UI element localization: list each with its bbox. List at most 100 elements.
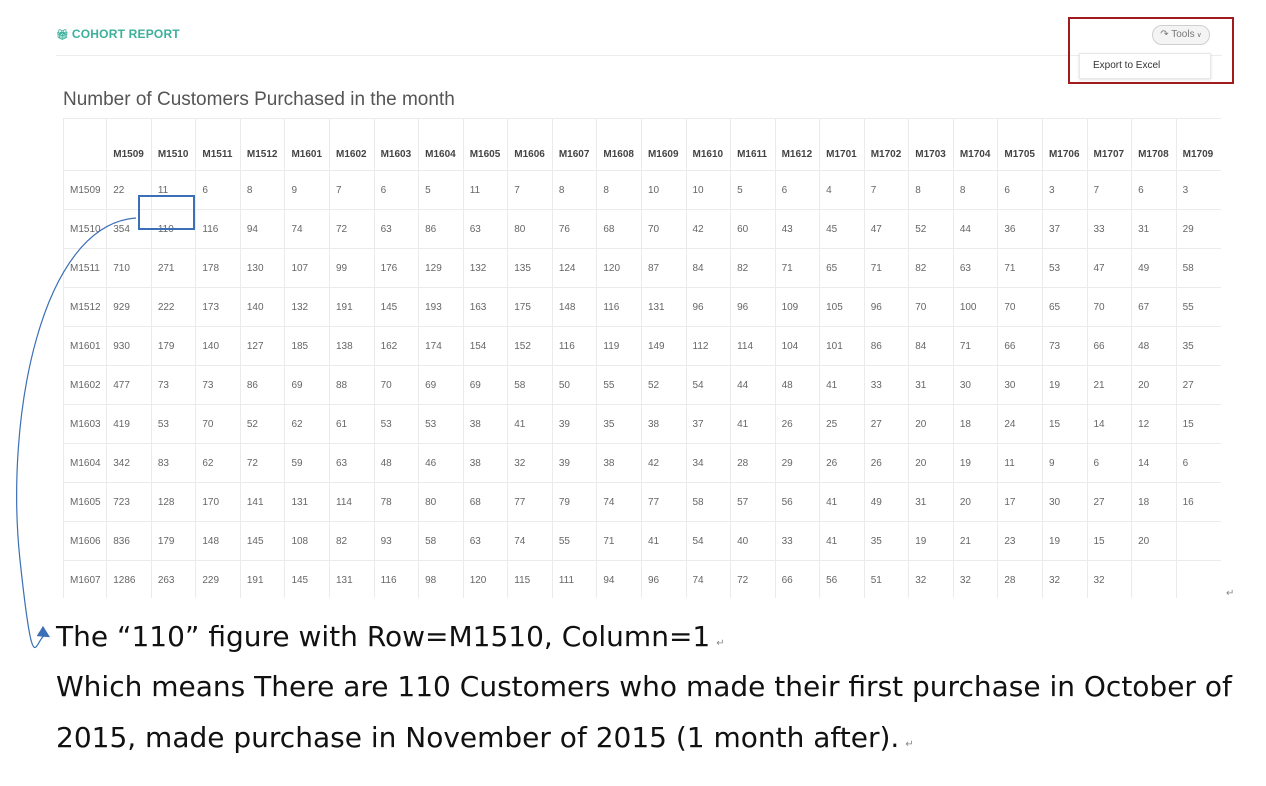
table-cell: 140	[239, 287, 285, 327]
column-header[interactable]: M1707	[1086, 118, 1132, 171]
column-header[interactable]: M1601	[284, 118, 330, 171]
table-header-row: M1509 M1510 M1511 M1512 M1601 M1602 M1603 M1604…	[63, 118, 1221, 171]
table-cell: 30	[952, 365, 998, 405]
table-cell: 70	[1086, 287, 1132, 327]
table-cell: 80	[418, 482, 464, 522]
row-header: M1510	[63, 209, 107, 249]
table-corner-cell	[63, 118, 107, 171]
table-cell: 16	[1175, 482, 1221, 522]
menu-item-export-excel[interactable]: Export to Excel	[1093, 60, 1160, 71]
column-header[interactable]: M1607	[551, 118, 597, 171]
table-cell: 10	[640, 170, 686, 210]
table-cell: 145	[373, 287, 419, 327]
table-cell: 53	[150, 404, 196, 444]
table-cell: 108	[284, 521, 330, 561]
table-cell: 29	[774, 443, 820, 483]
table-cell: 174	[418, 326, 464, 366]
table-cell: 73	[195, 365, 241, 405]
column-header[interactable]: M1610	[685, 118, 731, 171]
column-header[interactable]: M1702	[863, 118, 909, 171]
column-header[interactable]: M1512	[239, 118, 285, 171]
column-header[interactable]: M1703	[908, 118, 954, 171]
table-cell: 19	[1041, 365, 1087, 405]
table-row: M1510 354 110 116 94 74 72 63 86 63 80 76 68 70 42 60 43…	[63, 209, 1221, 249]
table-cell: 31	[908, 365, 954, 405]
table-cell: 115	[507, 560, 553, 598]
table-cell: 59	[284, 443, 330, 483]
table-cell: 132	[284, 287, 330, 327]
table-cell: 116	[373, 560, 419, 598]
column-header[interactable]: M1603	[373, 118, 419, 171]
row-header: M1605	[63, 482, 107, 522]
cohort-table-container[interactable]: M1509 M1510 M1511 M1512 M1601 M1602 M1603 M1604…	[63, 118, 1221, 598]
column-header[interactable]: M1705	[997, 118, 1043, 171]
column-header[interactable]: M1605	[462, 118, 508, 171]
table-cell: 145	[284, 560, 330, 598]
table-cell: 131	[284, 482, 330, 522]
table-cell: 419	[106, 404, 152, 444]
row-header: M1606	[63, 521, 107, 561]
table-cell: 19	[952, 443, 998, 483]
column-header[interactable]: M1612	[774, 118, 820, 171]
table-cell: 54	[685, 521, 731, 561]
column-header[interactable]: M1602	[329, 118, 375, 171]
row-header: M1601	[63, 326, 107, 366]
column-header[interactable]: M1709	[1175, 118, 1221, 171]
table-cell: 66	[1086, 326, 1132, 366]
table-cell: 71	[863, 248, 909, 288]
table-cell: 130	[239, 248, 285, 288]
table-cell: 723	[106, 482, 152, 522]
table-cell: 55	[1175, 287, 1221, 327]
cohort-table: M1509 M1510 M1511 M1512 M1601 M1602 M1603 M1604…	[63, 118, 1221, 598]
column-header[interactable]: M1604	[418, 118, 464, 171]
table-cell: 27	[1086, 482, 1132, 522]
column-header[interactable]: M1510	[150, 118, 196, 171]
table-cell: 74	[507, 521, 553, 561]
column-header[interactable]: M1704	[952, 118, 998, 171]
table-cell: 929	[106, 287, 152, 327]
table-cell: 193	[418, 287, 464, 327]
table-cell: 263	[150, 560, 196, 598]
table-cell: 7	[1086, 170, 1132, 210]
table-cell: 44	[952, 209, 998, 249]
column-header[interactable]: M1606	[507, 118, 553, 171]
table-cell: 42	[685, 209, 731, 249]
table-cell: 7	[329, 170, 375, 210]
table-cell: 70	[908, 287, 954, 327]
column-header[interactable]: M1701	[819, 118, 865, 171]
table-cell: 124	[551, 248, 597, 288]
table-cell: 191	[329, 287, 375, 327]
table-cell: 58	[685, 482, 731, 522]
table-cell: 33	[774, 521, 820, 561]
table-cell: 26	[863, 443, 909, 483]
row-header: M1511	[63, 248, 107, 288]
table-row: M1602 477 73 73 86 69 88 70 69 69 58 50 55 52 54 44 48 41…	[63, 365, 1221, 405]
table-cell: 116	[195, 209, 241, 249]
table-cell: 191	[239, 560, 285, 598]
column-header[interactable]: M1706	[1041, 118, 1087, 171]
table-cell: 32	[908, 560, 954, 598]
table-cell: 38	[640, 404, 686, 444]
table-cell: 148	[195, 521, 241, 561]
table-cell: 3	[1175, 170, 1221, 210]
table-cell: 78	[373, 482, 419, 522]
column-header[interactable]: M1611	[730, 118, 776, 171]
table-cell: 271	[150, 248, 196, 288]
table-cell: 120	[596, 248, 642, 288]
table-cell: 84	[685, 248, 731, 288]
column-header[interactable]: M1609	[640, 118, 686, 171]
table-cell: 65	[1041, 287, 1087, 327]
table-cell: 38	[462, 443, 508, 483]
tools-button[interactable]: ↷ Tools ∨	[1152, 25, 1210, 45]
column-header[interactable]: M1509	[106, 118, 152, 171]
table-cell: 5	[418, 170, 464, 210]
column-header[interactable]: M1708	[1131, 118, 1177, 171]
table-cell: 79	[551, 482, 597, 522]
table-cell: 58	[507, 365, 553, 405]
table-cell: 8	[239, 170, 285, 210]
table-cell: 27	[863, 404, 909, 444]
column-header[interactable]: M1511	[195, 118, 241, 171]
table-cell: 74	[685, 560, 731, 598]
table-cell: 710	[106, 248, 152, 288]
column-header[interactable]: M1608	[596, 118, 642, 171]
